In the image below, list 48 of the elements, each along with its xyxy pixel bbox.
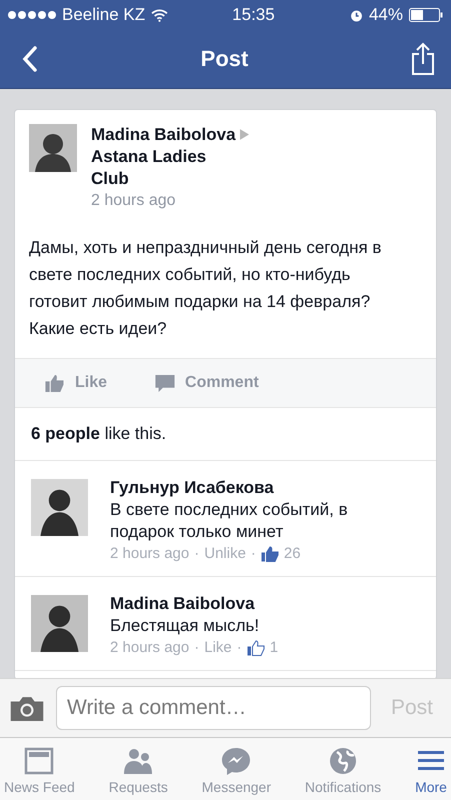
signal-icon — [8, 11, 56, 19]
tab[interactable]: Notifications — [304, 738, 382, 800]
comment-author[interactable]: Гульнур Исабекова — [110, 477, 410, 499]
share-icon[interactable] — [411, 42, 435, 76]
comment-text: Блестящая мысль! — [110, 615, 260, 637]
newspaper-icon — [24, 746, 54, 776]
tab[interactable]: News Feed — [4, 738, 75, 800]
chat-bubble-icon — [221, 746, 252, 776]
comment-time: 2 hours ago — [110, 639, 190, 656]
comment-time: 2 hours ago — [110, 545, 190, 562]
triangle-icon — [240, 129, 250, 140]
camera-icon[interactable] — [10, 695, 44, 721]
tab[interactable]: More — [415, 738, 447, 800]
comment-field[interactable]: Write a comment… — [56, 686, 371, 730]
tab[interactable]: Messenger — [202, 738, 272, 800]
like-button[interactable]: Like — [41, 370, 112, 396]
battery-icon — [409, 8, 443, 22]
speech-bubble-icon — [155, 374, 176, 392]
post-author[interactable]: Madina Baibolova — [91, 125, 236, 144]
likes-summary[interactable]: 6 people like this. — [15, 408, 436, 461]
separator-dot: · — [194, 639, 200, 656]
wifi-icon — [151, 8, 168, 22]
comment-text: В свете последних событий, в подарок только минет — [110, 499, 349, 543]
group-name[interactable]: Astana Ladies Club — [91, 146, 241, 190]
like-count: 26 — [284, 545, 301, 562]
avatar-icon — [29, 124, 77, 172]
comment-button[interactable]: Comment — [151, 370, 263, 396]
back-icon[interactable] — [22, 45, 38, 73]
post-text: Дамы, хоть и непраздничный день сегодня в свете последних событий, но кто-нибудь готовит любимым подарки на 14 февраля? Какие есть идеи? — [29, 237, 382, 340]
battery-percent: 44% — [368, 5, 403, 25]
separator-dot: · — [194, 545, 200, 562]
comment-author[interactable]: Madina Baibolova — [110, 593, 410, 615]
separator-dot: · — [236, 639, 242, 656]
people-icon — [123, 746, 154, 776]
post-time: 2 hours ago — [91, 192, 177, 210]
avatar-icon — [31, 479, 88, 536]
tab[interactable]: Requests — [108, 738, 168, 800]
like-link[interactable]: Like — [204, 639, 232, 656]
clock-time: 15:35 — [232, 5, 275, 25]
like-link[interactable]: Unlike — [204, 545, 246, 562]
globe-icon — [328, 746, 358, 776]
like-count: 1 — [270, 639, 278, 656]
thumbs-up-icon — [45, 374, 65, 392]
carrier-name: Beeline KZ — [62, 5, 146, 25]
separator-dot: · — [250, 545, 256, 562]
avatar-icon — [31, 595, 88, 652]
page-title: Post — [200, 46, 248, 72]
alarm-icon — [350, 8, 363, 22]
